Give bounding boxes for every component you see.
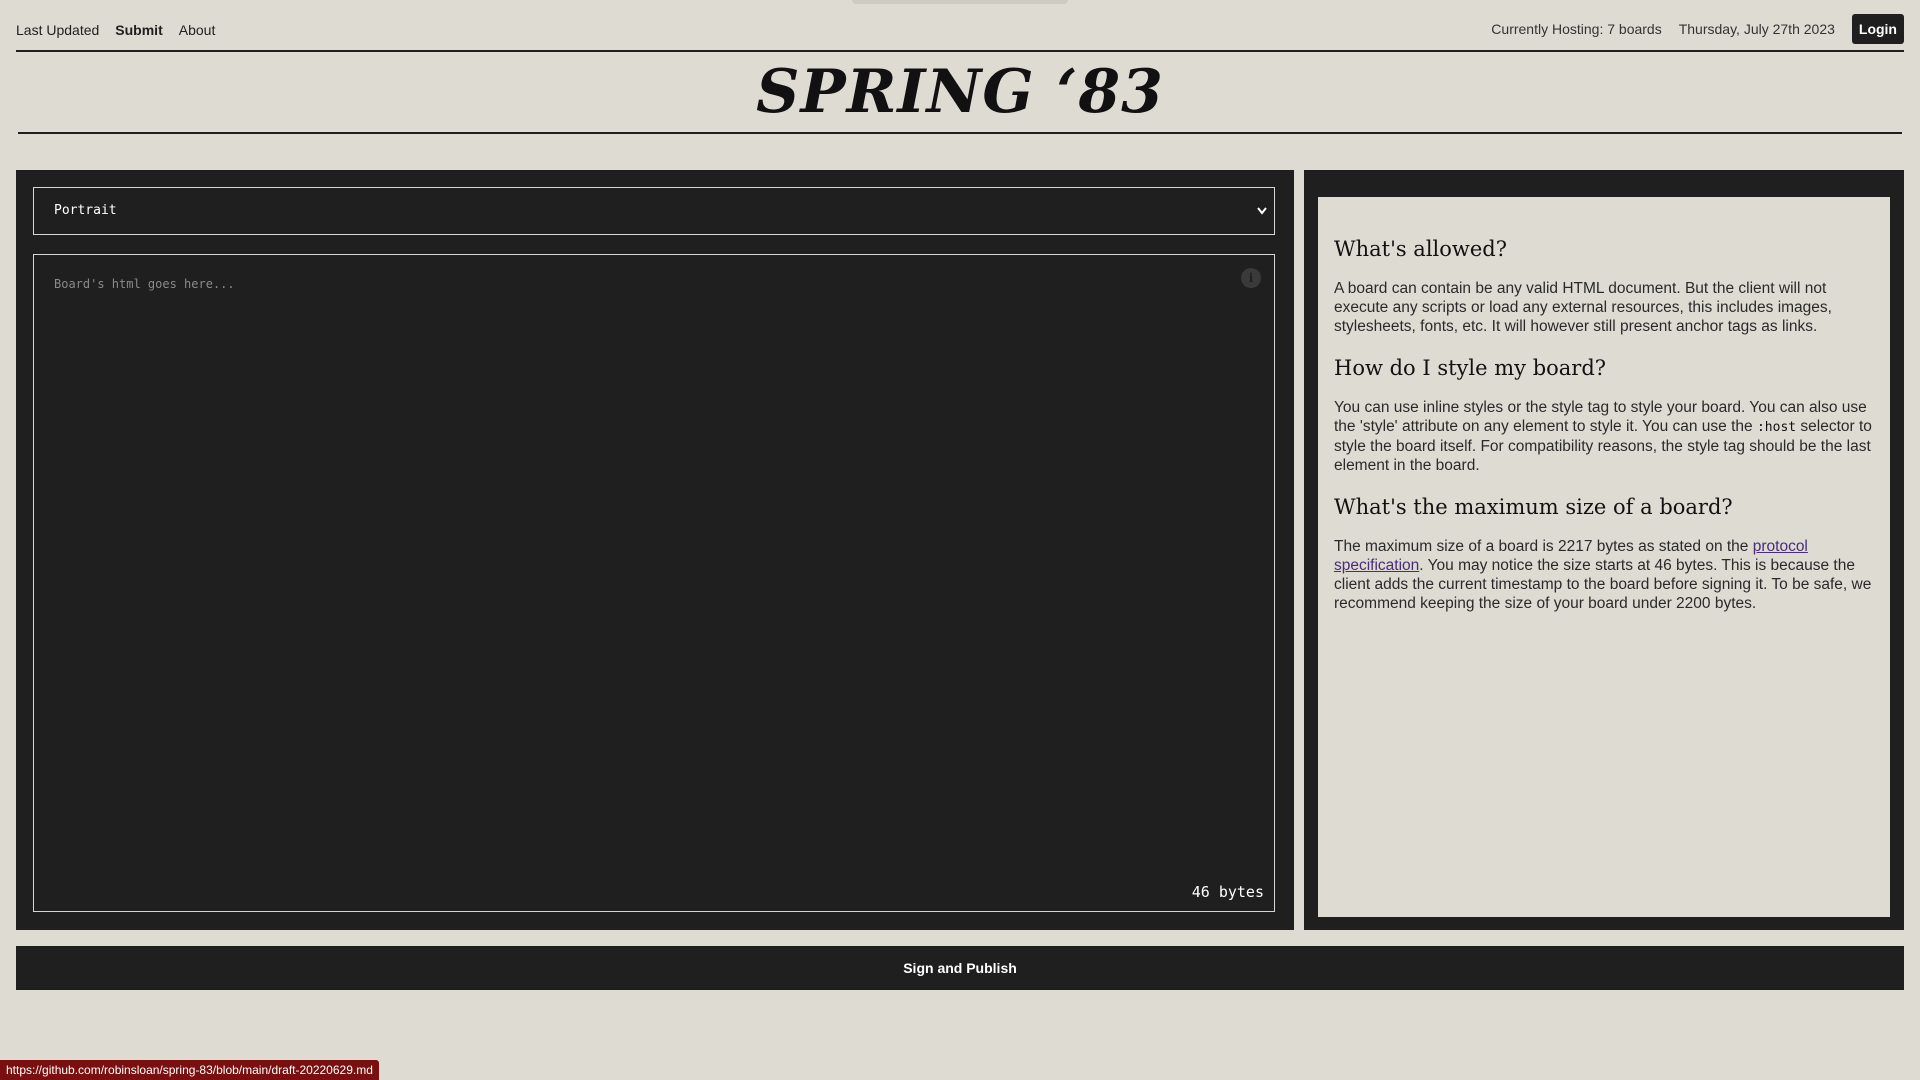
host-selector-code: :host (1756, 420, 1797, 435)
help-panel: What's allowed? A board can contain be a… (1304, 170, 1904, 930)
faq-question-style: How do I style my board? (1334, 356, 1607, 380)
nav-submit[interactable]: Submit (115, 22, 162, 38)
editor-panel: Portrait Board's html goes here... i 46 … (16, 170, 1294, 930)
faq-question-size: What's the maximum size of a board? (1334, 495, 1733, 519)
help-card: What's allowed? A board can contain be a… (1318, 197, 1890, 917)
page-title: SPRING ‘83 (756, 57, 1164, 127)
top-navigation: Last Updated Submit About Currently Host… (0, 0, 1920, 52)
sign-and-publish-button[interactable]: Sign and Publish (16, 946, 1904, 990)
header-rule-bottom (18, 132, 1902, 134)
nav-status: Currently Hosting: 7 boards Thursday, Ju… (1491, 14, 1904, 44)
faq-answer-style: You can use inline styles or the style t… (1334, 398, 1874, 475)
nav-last-updated[interactable]: Last Updated (16, 22, 99, 38)
faq-answer-allowed: A board can contain be any valid HTML do… (1334, 280, 1832, 335)
input-placeholder: Board's html goes here... (54, 277, 235, 291)
hosting-count: Currently Hosting: 7 boards (1491, 21, 1662, 37)
login-button[interactable]: Login (1851, 14, 1904, 44)
nav-links: Last Updated Submit About (16, 22, 215, 38)
current-date: Thursday, July 27th 2023 (1678, 21, 1835, 37)
faq-answer-size: The maximum size of a board is 2217 byte… (1334, 537, 1874, 613)
nav-about[interactable]: About (179, 22, 216, 38)
size-text-1: The maximum size of a board is 2217 byte… (1334, 538, 1749, 555)
orientation-value: Portrait (54, 203, 117, 218)
board-html-input[interactable]: Board's html goes here... i 46 bytes (33, 254, 1275, 912)
info-icon[interactable]: i (1241, 268, 1261, 288)
orientation-select[interactable]: Portrait (33, 187, 1275, 235)
chevron-down-icon (1256, 188, 1268, 253)
byte-counter: 46 bytes (1191, 883, 1264, 901)
status-bar-url: https://github.com/robinsloan/spring-83/… (0, 1060, 379, 1080)
faq-question-allowed: What's allowed? (1334, 237, 1507, 261)
